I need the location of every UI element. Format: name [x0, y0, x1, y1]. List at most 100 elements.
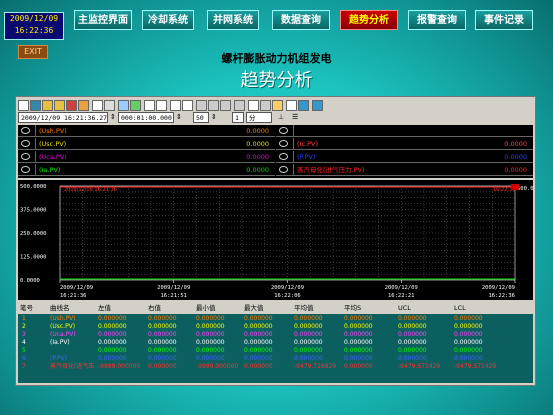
column-header[interactable]: 最小值 — [196, 303, 216, 314]
scada-screen: { "header": {"date": "2009/12/09", "time… — [0, 0, 553, 415]
grid-icon[interactable] — [92, 100, 103, 111]
row-value: 0.000000 — [344, 323, 373, 330]
table-row[interactable]: 4 (Ia.PV) 0.000000 0.000000 0.000000 0.000000… — [18, 339, 533, 347]
column-header[interactable]: 平均S — [344, 303, 362, 314]
column-header[interactable]: LCL — [454, 303, 466, 314]
row-value: -9999.000000 — [196, 363, 239, 370]
copy-icon[interactable] — [220, 100, 231, 111]
column-header[interactable]: 笔号 — [20, 303, 33, 314]
legend-row[interactable]: (P.PV) 0.0000 — [276, 151, 533, 163]
row-value: 0.000000 — [98, 323, 127, 330]
column-header[interactable]: UCL — [398, 303, 411, 314]
row-value: 0.000000 — [294, 315, 323, 322]
row-index: 3 — [22, 331, 26, 338]
row-value: 0.000000 — [344, 331, 373, 338]
plot-area — [59, 185, 516, 281]
new-icon[interactable] — [18, 100, 29, 111]
eye-icon[interactable] — [279, 140, 288, 147]
duration-field[interactable]: 000:01:00.000 — [118, 112, 174, 123]
eye-icon[interactable] — [279, 127, 288, 134]
table-row[interactable]: 2 (Usc.PV) 0.000000 0.000000 0.000000 0.00000… — [18, 323, 533, 331]
row-value: 0.000000 — [244, 347, 273, 354]
table-row[interactable]: 6 (P.PV) 0.000000 0.000000 0.000000 0.000000 0… — [18, 355, 533, 363]
legend-value: 0.0000 — [504, 140, 527, 148]
row-value: 0.000000 — [294, 323, 323, 330]
eye-icon[interactable] — [21, 127, 30, 134]
cursor-marker[interactable] — [511, 184, 519, 190]
open-folder-icon[interactable] — [54, 100, 65, 111]
unit-select[interactable]: 分 — [246, 112, 272, 123]
eye-icon[interactable] — [21, 166, 30, 173]
fit-icon[interactable] — [182, 100, 193, 111]
eye-icon[interactable] — [279, 166, 288, 173]
legend-row[interactable]: (Ush.PV) 0.0000 — [18, 125, 275, 137]
nav-data-query[interactable]: 数据查询 — [272, 10, 330, 30]
chart-icon[interactable] — [118, 100, 129, 111]
y-tick-label: 375.0000 — [20, 208, 47, 214]
pause-icon[interactable] — [208, 100, 219, 111]
x-tick-time: 16:21:36 — [60, 293, 87, 299]
legend-divider — [35, 138, 36, 150]
x-tick-date: 2009/12/09 — [385, 285, 418, 291]
marker-icon[interactable] — [272, 100, 283, 111]
column-header[interactable]: 右值 — [148, 303, 161, 314]
nav-cooling[interactable]: 冷却系统 — [142, 10, 194, 30]
legend-row[interactable]: 蒸汽母化(进气压力.PV) 0.0000 — [276, 164, 533, 176]
table-row[interactable]: 5 0.000000 0.000000 0.000000 0.000000 0.00000… — [18, 347, 533, 355]
eye-icon[interactable] — [279, 153, 288, 160]
nav-trend-analysis[interactable]: 趋势分析 — [340, 10, 398, 30]
step-field[interactable]: 50 — [193, 112, 209, 123]
step-spin-icon[interactable]: ⇕ — [211, 112, 217, 123]
spin-icon[interactable]: ⇕ — [110, 112, 116, 123]
nav-main-monitor[interactable]: 主监控界面 — [74, 10, 132, 30]
list-icon[interactable] — [104, 100, 115, 111]
legend-row[interactable]: (Ia.PV) 0.0000 — [18, 164, 275, 176]
y-tick-label: 500.0000 — [20, 184, 47, 190]
row-value: 0.000000 — [148, 355, 177, 362]
column-header[interactable]: 最大值 — [244, 303, 264, 314]
column-header[interactable]: 左值 — [98, 303, 111, 314]
nav-event-log[interactable]: 事件记录 — [475, 10, 533, 30]
legend-row[interactable] — [276, 125, 533, 137]
range-icon[interactable] — [170, 100, 181, 111]
save-icon[interactable] — [30, 100, 41, 111]
play-icon[interactable] — [196, 100, 207, 111]
window-icon[interactable] — [298, 100, 309, 111]
eye-icon[interactable] — [21, 153, 30, 160]
eye-icon[interactable] — [21, 140, 30, 147]
row-value: 0.000000 — [344, 339, 373, 346]
table-row[interactable]: 1 (Ush.PV) 0.000000 0.000000 0.000000 0.00000… — [18, 315, 533, 323]
nav-alarm-query[interactable]: 报警查询 — [408, 10, 466, 30]
axis-icon[interactable]: ☰ — [292, 112, 298, 123]
clock-time: 16:22:36 — [14, 26, 54, 35]
table-icon[interactable] — [286, 100, 297, 111]
link-icon[interactable] — [260, 100, 271, 111]
window-2-icon[interactable] — [312, 100, 323, 111]
import-icon[interactable] — [78, 100, 89, 111]
zoom-in-icon[interactable] — [144, 100, 155, 111]
start-time-field[interactable]: 2009/12/09 16:21:36.272 — [18, 112, 108, 123]
duration-spin-icon[interactable]: ⇕ — [176, 112, 182, 123]
table-row[interactable]: 3 (Uca.PV) 0.000000 0.000000 0.000000 0.00000… — [18, 331, 533, 339]
open-icon[interactable] — [42, 100, 53, 111]
legend-value: 0.0000 — [504, 166, 527, 174]
trend-chart[interactable]: 500.0000 375.0000 250.0000 125.0000 0.0000 50… — [18, 180, 544, 300]
delete-icon[interactable] — [66, 100, 77, 111]
nav-grid[interactable]: 并网系统 — [207, 10, 259, 30]
cursor-icon[interactable]: ⊥ — [278, 112, 284, 123]
zoom-out-icon[interactable] — [156, 100, 167, 111]
print-icon[interactable] — [234, 100, 245, 111]
count-field[interactable]: 1 — [232, 112, 244, 123]
row-value: 0.000000 — [148, 347, 177, 354]
toolbar-time: 2009/12/09 16:21:36.272 ⇕ 000:01:00.000 … — [16, 112, 535, 125]
column-header[interactable]: 平均值 — [294, 303, 314, 314]
legend-row[interactable]: (Usc.PV) 0.0000 — [18, 138, 275, 150]
legend-value: 0.0000 — [246, 166, 269, 174]
column-header[interactable]: 曲线名 — [50, 303, 70, 314]
row-value: 0.000000 — [196, 355, 225, 362]
legend-row[interactable]: (Ic.PV) 0.0000 — [276, 138, 533, 150]
table-row[interactable]: 7 蒸汽母化(进气压 -9999.000000 0.000000 -9999.00000… — [18, 363, 533, 371]
scale-icon[interactable] — [130, 100, 141, 111]
settings-icon[interactable] — [248, 100, 259, 111]
legend-row[interactable]: (Uca.PV) 0.0000 — [18, 151, 275, 163]
